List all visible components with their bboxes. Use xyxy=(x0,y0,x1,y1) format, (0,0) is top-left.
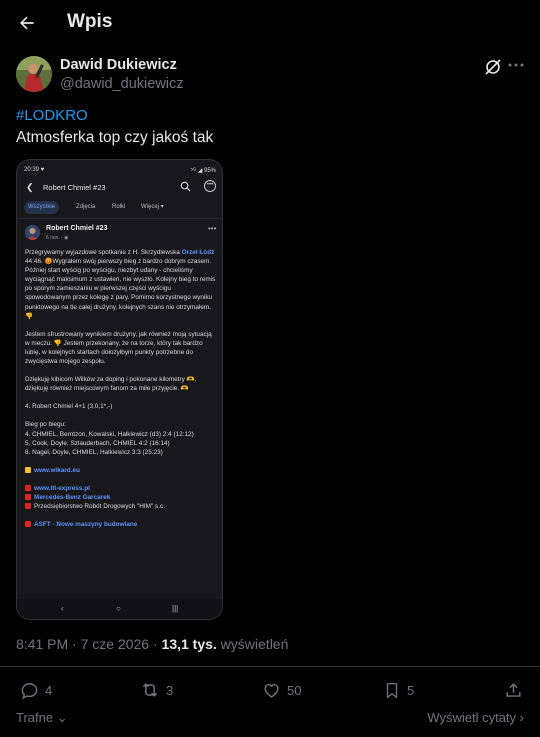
author-row: Dawid Dukiewicz @dawid_dukiewicz xyxy=(16,56,524,96)
repost-button[interactable]: 3 xyxy=(140,679,173,701)
bookmark-button[interactable]: 5 xyxy=(383,679,414,701)
heart-icon xyxy=(264,683,279,698)
phone-page-title: Robert Chmiel #23 xyxy=(43,183,106,192)
phone-search-icon xyxy=(180,181,191,192)
views-count: 13,1 tys. xyxy=(161,636,217,652)
phone-sponsor-text: Przedsiębiorstwo Robót Drogowych "HIM" s… xyxy=(34,503,165,511)
phone-sponsor-text: www.wikard.eu xyxy=(34,466,80,474)
tweet-text: Atmosferka top czy jakoś tak xyxy=(16,129,214,146)
view-quotes-label: Wyświetl cytaty xyxy=(427,710,517,725)
yellow-square-icon xyxy=(25,466,31,473)
top-bar: Wpis xyxy=(0,0,540,46)
bookmark-icon xyxy=(386,682,398,699)
phone-sponsor-line: Mercedes-Benz Garcarek xyxy=(25,493,217,502)
red-square-icon xyxy=(25,484,31,491)
phone-post-time: 6 min. · ◉ xyxy=(46,235,69,241)
phone-text-p1a: Przegrywamy wyjazdowe spotkanie z H. Skr… xyxy=(25,249,180,256)
phone-text-p1b: 44:46. 😡Wygrałem swój pierwszy bieg z ba… xyxy=(25,258,216,320)
phone-sponsor-text: ASFT - Nowe maszyny budowlane xyxy=(34,521,138,529)
phone-post-line: 5. Cook, Doyle, Szlauderbach, CHMIEL 4:2… xyxy=(25,439,170,447)
phone-header: ❮ Robert Chmiel #23 ••• xyxy=(17,180,222,196)
phone-post-more-icon: ••• xyxy=(208,224,217,233)
sort-dropdown[interactable]: Trafne ⌄ xyxy=(16,710,68,726)
phone-post-line: 8. Nagel, Doyle, CHMIEL, Halkiewicz 3:3 … xyxy=(25,448,163,456)
phone-post-avatar xyxy=(25,225,40,240)
replies-toolbar: Trafne ⌄ Wyświetl cytaty › xyxy=(16,708,524,728)
attached-image[interactable]: 20:39 ♥ ⁵ᴳ ◢ 95% ❮ Robert Chmiel #23 •••… xyxy=(16,159,223,620)
reply-count: 4 xyxy=(45,682,53,698)
avatar-image xyxy=(16,56,52,92)
phone-menu-icon: ••• xyxy=(204,180,216,192)
page-title: Wpis xyxy=(67,11,113,32)
phone-tab-photos: Zdjęcia xyxy=(76,204,96,210)
phone-nav-bar: ‹ ○ ||| xyxy=(17,599,222,619)
action-bar: 4 3 50 5 xyxy=(16,679,524,701)
sort-label: Trafne xyxy=(16,710,54,725)
phone-status-icons: ⁵ᴳ ◢ 95% xyxy=(190,168,216,174)
phone-post-author: Robert Chmiel #23 xyxy=(46,225,108,232)
author-handle[interactable]: @dawid_dukiewicz xyxy=(60,76,184,92)
phone-nav-back-icon: ‹ xyxy=(61,604,64,613)
phone-status-time: 20:39 ♥ xyxy=(24,167,45,173)
arrow-left-icon xyxy=(20,16,34,30)
phone-nav-home-icon: ○ xyxy=(116,604,121,613)
phone-sponsor-line: ASFT - Nowe maszyny budowlane xyxy=(25,520,217,529)
red-square-icon xyxy=(25,493,31,500)
author-name[interactable]: Dawid Dukiewicz xyxy=(60,57,177,73)
phone-post-line: 4. CHMIEL, Berntzon, Kowalski, Halkiewic… xyxy=(25,430,194,438)
bookmark-count: 5 xyxy=(407,682,415,698)
phone-tabs: Wszystkie Zdjęcia Rolki Więcej ▾ xyxy=(24,201,219,215)
divider xyxy=(0,666,540,667)
share-icon xyxy=(506,682,521,697)
phone-back-icon: ❮ xyxy=(26,182,34,192)
back-button[interactable] xyxy=(14,10,40,36)
phone-tab-reels: Rolki xyxy=(112,204,126,210)
hashtag-link[interactable]: #LODKRO xyxy=(16,107,88,124)
phone-sponsor-line: www.wikard.eu xyxy=(25,466,217,475)
more-options-button[interactable] xyxy=(507,56,527,76)
red-square-icon xyxy=(25,521,31,528)
phone-sponsor-line: www.ltl-express.pl xyxy=(25,484,217,493)
repost-icon xyxy=(142,683,158,697)
phone-sponsor-line: Przedsiębiorstwo Robót Drogowych "HIM" s… xyxy=(25,502,217,511)
reply-icon xyxy=(21,682,38,699)
tweet-timestamp[interactable]: 8:41 PM · 7 cze 2026 · xyxy=(16,636,162,652)
phone-divider xyxy=(17,218,222,219)
phone-nav-recents-icon: ||| xyxy=(172,604,179,613)
like-button[interactable]: 50 xyxy=(262,679,301,701)
grok-button[interactable] xyxy=(484,58,502,76)
chevron-down-icon: ⌄ xyxy=(53,710,68,725)
phone-post-paragraph: Jestem sfrustrowany wynikiem drużyny, ja… xyxy=(25,330,212,366)
phone-post-body: Przegrywamy wyjazdowe spotkanie z H. Skr… xyxy=(25,248,217,529)
reply-button[interactable]: 4 xyxy=(20,679,52,701)
share-button[interactable] xyxy=(504,679,529,701)
phone-tab-all: Wszystkie xyxy=(24,201,59,214)
phone-tab-more: Więcej ▾ xyxy=(141,204,164,210)
grok-icon xyxy=(485,59,501,75)
phone-sponsor-text: www.ltl-express.pl xyxy=(34,484,90,492)
chevron-right-icon: › xyxy=(516,710,524,725)
tweet-meta: 8:41 PM · 7 cze 2026 · 13,1 tys. wyświet… xyxy=(16,636,288,652)
phone-post-paragraph: 4. Robert Chmiel 4+1 (3,0,1*,-) xyxy=(25,403,113,411)
phone-text-link: Orzeł Łódź xyxy=(181,249,215,256)
red-square-icon xyxy=(25,503,31,510)
view-quotes-link[interactable]: Wyświetl cytaty › xyxy=(427,710,524,725)
views-label: wyświetleń xyxy=(216,636,289,652)
phone-post-paragraph: Bieg po biegu: xyxy=(25,421,66,429)
phone-sponsor-text: Mercedes-Benz Garcarek xyxy=(34,493,111,501)
more-icon xyxy=(508,63,524,67)
avatar[interactable] xyxy=(16,56,52,92)
phone-post-paragraph: Przegrywamy wyjazdowe spotkanie z H. Skr… xyxy=(25,248,217,321)
like-count: 50 xyxy=(287,682,302,698)
repost-count: 3 xyxy=(166,682,174,698)
phone-post-paragraph: Dziękuję kibicom Wilków za doping i poko… xyxy=(25,376,197,393)
